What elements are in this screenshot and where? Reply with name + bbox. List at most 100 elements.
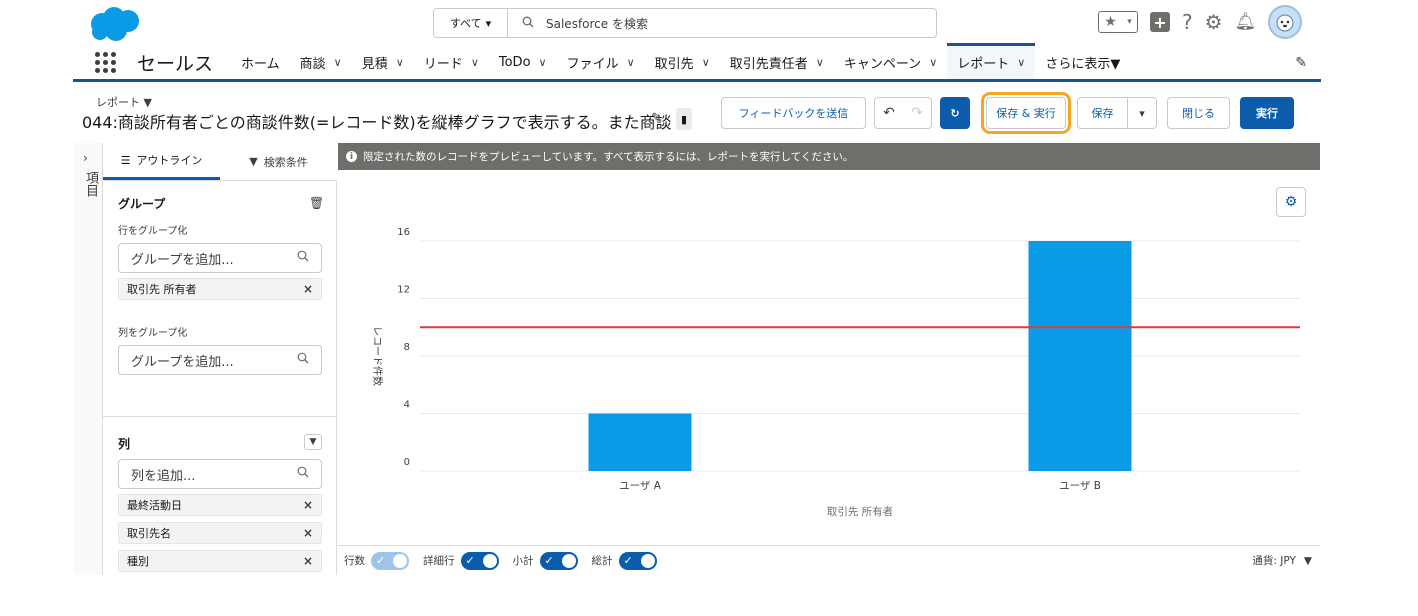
preview-banner-text: 限定された数のレコードをプレビューしています。すべて表示するには、レポートを実行… [363,151,854,163]
pencil-icon[interactable]: ✎ [651,111,662,126]
save-label: 保存 [1091,107,1114,120]
help-icon[interactable]: ? [1182,12,1193,32]
chevron-down-icon[interactable]: ∨ [702,56,710,69]
y-tick-label: 0 [404,457,410,468]
add-col-group-input[interactable]: グループを追加... [118,345,322,375]
nav-item[interactable]: 見積 ∨ [352,46,414,79]
report-properties-icon[interactable]: ▮ [676,108,692,130]
chevron-down-icon: ▼ [309,437,317,447]
column-pill-label: 最終活動日 [127,499,182,512]
column-pill[interactable]: 種別 × [118,550,322,572]
check-icon: ✓ [544,554,554,567]
chevron-down-icon[interactable]: ∨ [396,56,404,69]
fields-tab-label: 項目 [83,171,98,197]
nav-item[interactable]: 商談 ∨ [290,46,352,79]
redo-icon[interactable]: ↷ [911,105,923,121]
bar [588,413,692,471]
chevron-down-icon[interactable]: ∨ [539,56,547,69]
grand-total-toggle[interactable]: ✓ [618,551,657,570]
chevron-down-icon: ▾ [485,16,492,30]
groups-heading: グループ [118,197,166,211]
refresh-button[interactable]: ↻ [940,97,970,129]
remove-icon[interactable]: × [303,498,313,512]
col-group-label: 列をグループ化 [118,328,188,339]
remove-icon[interactable]: × [303,282,313,296]
detail-rows-toggle[interactable]: ✓ [460,551,499,570]
nav-item[interactable]: 取引先 ∨ [645,46,720,79]
chart-settings-button[interactable]: ⚙ [1276,187,1306,217]
column-pill-label: 種別 [127,555,149,568]
nav-item-label: ホーム [241,57,280,72]
subtotals-toggle[interactable]: ✓ [539,551,578,570]
save-menu-button[interactable]: ▾ [1127,97,1157,129]
x-tick-label: ユーザ B [1059,480,1101,492]
close-label: 閉じる [1182,107,1215,120]
bar-chart: 0 4 8 12 16 ユーザ A ユーザ B 取引先 所有者 レコード件数 [371,227,1300,518]
undo-icon[interactable]: ↶ [883,105,895,121]
tab-outline[interactable]: ☰ アウトライン [103,143,220,180]
nav-more[interactable]: さらに表示▼ [1035,46,1130,79]
check-icon: ✓ [465,554,475,567]
bell-icon[interactable]: 🔔︎ [1235,13,1257,31]
nav-item[interactable]: ホーム [231,46,290,79]
column-pill[interactable]: 取引先名 × [118,522,322,544]
star-icon: ★ [1104,14,1117,30]
chevron-down-icon: ▼ [1303,554,1312,567]
avatar[interactable] [1268,5,1303,39]
nav-item[interactable]: ToDo ∨ [489,46,557,79]
fields-panel-toggle[interactable]: › 項目 [73,143,103,575]
remove-icon[interactable]: × [303,554,313,568]
nav-item-label: リード [423,57,463,72]
row-counts-toggle[interactable]: ✓ [371,551,409,570]
tab-filters[interactable]: ▼ 検索条件 [220,143,337,180]
remove-icon[interactable]: × [303,526,313,540]
nav-item[interactable]: レポート ∨ [947,43,1036,79]
nav-item-label: 取引先責任者 [729,57,808,72]
detail-rows-label: 詳細行 [423,555,455,567]
refresh-icon: ↻ [950,106,960,120]
nav-item[interactable]: リード ∨ [414,46,489,79]
header-utilities: ★ ▾ + ? ⚙ 🔔︎ [1098,5,1303,39]
columns-menu-button[interactable]: ▼ [304,434,322,450]
column-pill[interactable]: 最終活動日 × [118,494,322,516]
trash-icon[interactable]: 🗑︎ [309,196,324,210]
chevron-down-icon[interactable]: ∨ [1017,56,1025,69]
row-group-pill[interactable]: 取引先 所有者 × [118,278,322,300]
chevron-down-icon[interactable]: ∨ [334,56,342,69]
chevron-down-icon[interactable]: ∨ [627,56,635,69]
search-input[interactable]: Salesforce を検索 [508,9,936,37]
app-launcher-icon[interactable] [95,52,117,73]
gear-icon[interactable]: ⚙ [1205,12,1223,32]
chevron-right-icon: › [83,151,88,165]
currency-select[interactable]: 通貨: JPY ▼ [1252,553,1312,568]
row-group-label: 行をグループ化 [118,226,188,237]
edit-nav-icon[interactable]: ✎ [1295,55,1307,71]
chevron-down-icon[interactable]: ∨ [929,56,937,69]
global-actions-button[interactable]: + [1150,12,1170,32]
feedback-button[interactable]: フィードバックを送信 [721,97,866,129]
app-name: セールス [137,53,214,75]
nav-item[interactable]: キャンペーン ∨ [834,46,947,79]
add-column-input[interactable]: 列を追加... [118,459,322,489]
nav-item[interactable]: ファイル ∨ [557,46,645,79]
salesforce-logo[interactable] [88,6,142,42]
report-type-label[interactable]: レポート ▼ [96,94,152,110]
search-scope-select[interactable]: すべて ▾ [434,9,508,37]
nav-item[interactable]: 取引先責任者 ∨ [720,46,834,79]
nav-more-label: さらに表示▼ [1045,57,1121,72]
run-button[interactable]: 実行 [1240,97,1294,129]
tab-outline-label: アウトライン [136,154,203,167]
row-counts-toggle-group: 行数 ✓ [344,551,409,570]
search-icon [297,250,309,266]
add-column-placeholder: 列を追加... [131,468,196,484]
close-button[interactable]: 閉じる [1167,97,1230,129]
save-and-run-button[interactable]: 保存 & 実行 [981,92,1071,134]
report-footer: 行数 ✓ 詳細行 ✓ 小計 ✓ 総計 ✓ 通貨: JPY ▼ [338,545,1320,575]
chevron-down-icon[interactable]: ∨ [816,56,824,69]
nav-item-label: レポート [957,57,1010,72]
y-tick-label: 12 [397,285,410,296]
favorites-button[interactable]: ★ ▾ [1098,11,1138,33]
chevron-down-icon[interactable]: ∨ [471,56,479,69]
add-row-group-input[interactable]: グループを追加... [118,243,322,273]
save-button[interactable]: 保存 [1077,97,1128,129]
